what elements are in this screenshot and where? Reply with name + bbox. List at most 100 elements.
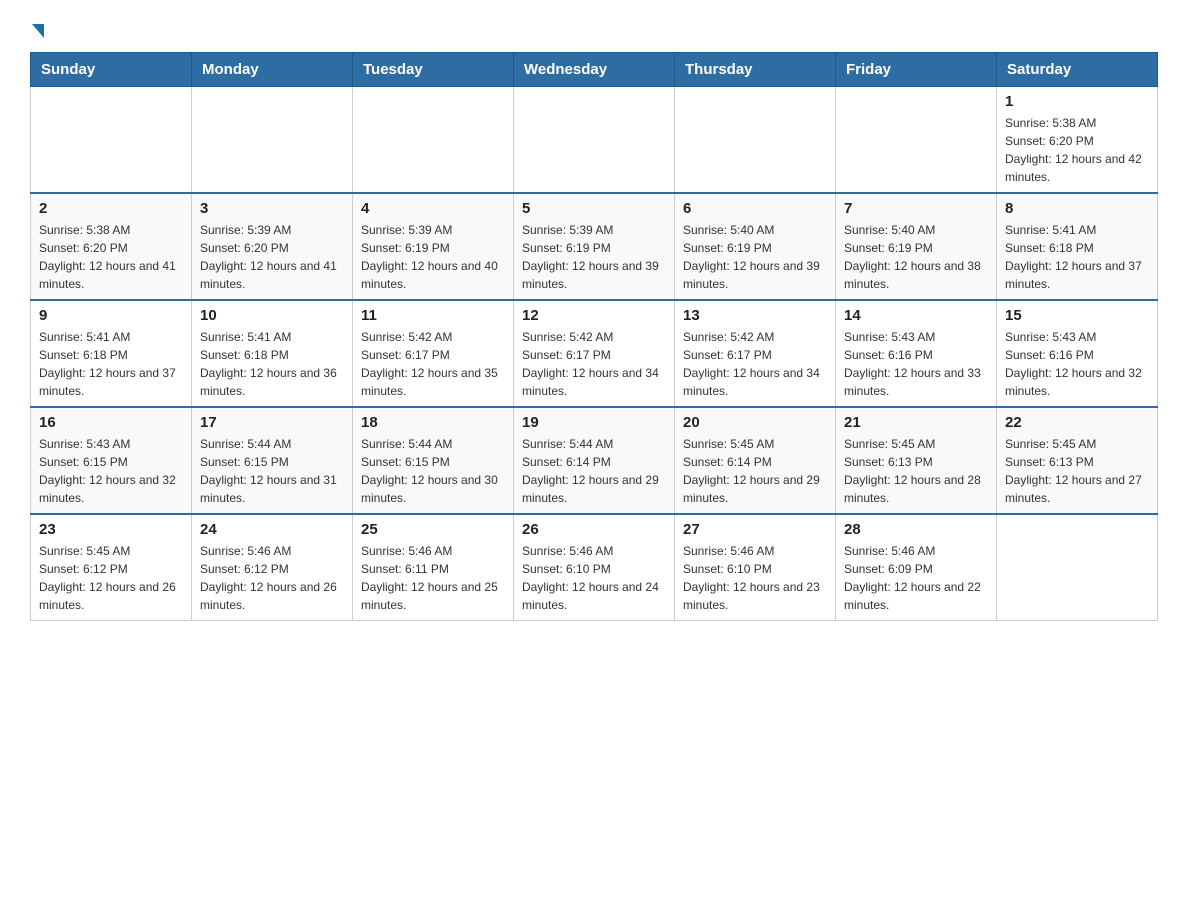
day-number: 6 <box>683 200 827 217</box>
calendar-cell: 5 Sunrise: 5:39 AMSunset: 6:19 PMDaylight… <box>514 193 675 300</box>
day-info: Sunrise: 5:44 AMSunset: 6:15 PMDaylight:… <box>200 435 344 507</box>
calendar-header-row: SundayMondayTuesdayWednesdayThursdayFrid… <box>31 53 1158 87</box>
calendar-header-friday: Friday <box>836 53 997 87</box>
day-info: Sunrise: 5:41 AMSunset: 6:18 PMDaylight:… <box>1005 221 1149 293</box>
calendar-cell: 24 Sunrise: 5:46 AMSunset: 6:12 PMDayligh… <box>192 514 353 621</box>
calendar-header-wednesday: Wednesday <box>514 53 675 87</box>
day-number: 19 <box>522 414 666 431</box>
day-number: 3 <box>200 200 344 217</box>
day-info: Sunrise: 5:46 AMSunset: 6:09 PMDaylight:… <box>844 542 988 614</box>
calendar-cell: 15 Sunrise: 5:43 AMSunset: 6:16 PMDayligh… <box>997 300 1158 407</box>
calendar-table: SundayMondayTuesdayWednesdayThursdayFrid… <box>30 52 1158 621</box>
calendar-cell <box>514 87 675 194</box>
day-number: 7 <box>844 200 988 217</box>
day-number: 4 <box>361 200 505 217</box>
calendar-header-monday: Monday <box>192 53 353 87</box>
calendar-header-saturday: Saturday <box>997 53 1158 87</box>
calendar-cell <box>353 87 514 194</box>
day-info: Sunrise: 5:43 AMSunset: 6:16 PMDaylight:… <box>844 328 988 400</box>
page-header <box>30 20 1158 36</box>
day-info: Sunrise: 5:42 AMSunset: 6:17 PMDaylight:… <box>522 328 666 400</box>
calendar-cell: 10 Sunrise: 5:41 AMSunset: 6:18 PMDayligh… <box>192 300 353 407</box>
logo <box>30 20 44 36</box>
day-info: Sunrise: 5:45 AMSunset: 6:12 PMDaylight:… <box>39 542 183 614</box>
calendar-cell: 4Sunrise: 5:39 AMSunset: 6:19 PMDaylight… <box>353 193 514 300</box>
day-number: 28 <box>844 521 988 538</box>
day-number: 25 <box>361 521 505 538</box>
day-info: Sunrise: 5:38 AMSunset: 6:20 PMDaylight:… <box>1005 114 1149 186</box>
calendar-cell: 6 Sunrise: 5:40 AMSunset: 6:19 PMDaylight… <box>675 193 836 300</box>
day-number: 24 <box>200 521 344 538</box>
calendar-cell: 2 Sunrise: 5:38 AMSunset: 6:20 PMDaylight… <box>31 193 192 300</box>
calendar-cell <box>675 87 836 194</box>
day-info: Sunrise: 5:40 AMSunset: 6:19 PMDaylight:… <box>683 221 827 293</box>
calendar-cell <box>836 87 997 194</box>
day-number: 17 <box>200 414 344 431</box>
day-number: 23 <box>39 521 183 538</box>
day-number: 22 <box>1005 414 1149 431</box>
day-info: Sunrise: 5:46 AMSunset: 6:11 PMDaylight:… <box>361 542 505 614</box>
day-info: Sunrise: 5:45 AMSunset: 6:13 PMDaylight:… <box>1005 435 1149 507</box>
day-number: 16 <box>39 414 183 431</box>
calendar-cell: 8 Sunrise: 5:41 AMSunset: 6:18 PMDaylight… <box>997 193 1158 300</box>
day-number: 15 <box>1005 307 1149 324</box>
day-number: 13 <box>683 307 827 324</box>
calendar-cell: 16 Sunrise: 5:43 AMSunset: 6:15 PMDayligh… <box>31 407 192 514</box>
calendar-header-tuesday: Tuesday <box>353 53 514 87</box>
calendar-cell: 9 Sunrise: 5:41 AMSunset: 6:18 PMDaylight… <box>31 300 192 407</box>
calendar-cell: 21 Sunrise: 5:45 AMSunset: 6:13 PMDayligh… <box>836 407 997 514</box>
day-number: 8 <box>1005 200 1149 217</box>
day-number: 1 <box>1005 93 1149 110</box>
day-info: Sunrise: 5:42 AMSunset: 6:17 PMDaylight:… <box>361 328 505 400</box>
day-number: 18 <box>361 414 505 431</box>
day-number: 11 <box>361 307 505 324</box>
day-number: 12 <box>522 307 666 324</box>
calendar-cell: 25 Sunrise: 5:46 AMSunset: 6:11 PMDayligh… <box>353 514 514 621</box>
day-info: Sunrise: 5:39 AMSunset: 6:19 PMDaylight:… <box>522 221 666 293</box>
calendar-cell <box>997 514 1158 621</box>
day-info: Sunrise: 5:45 AMSunset: 6:13 PMDaylight:… <box>844 435 988 507</box>
day-info: Sunrise: 5:46 AMSunset: 6:12 PMDaylight:… <box>200 542 344 614</box>
day-info: Sunrise: 5:45 AMSunset: 6:14 PMDaylight:… <box>683 435 827 507</box>
day-info: Sunrise: 5:38 AMSunset: 6:20 PMDaylight:… <box>39 221 183 293</box>
calendar-week-row: 16 Sunrise: 5:43 AMSunset: 6:15 PMDayligh… <box>31 407 1158 514</box>
day-info: Sunrise: 5:44 AMSunset: 6:14 PMDaylight:… <box>522 435 666 507</box>
day-info: Sunrise: 5:41 AMSunset: 6:18 PMDaylight:… <box>39 328 183 400</box>
calendar-cell: 12 Sunrise: 5:42 AMSunset: 6:17 PMDayligh… <box>514 300 675 407</box>
calendar-cell: 3 Sunrise: 5:39 AMSunset: 6:20 PMDaylight… <box>192 193 353 300</box>
calendar-header-sunday: Sunday <box>31 53 192 87</box>
calendar-cell: 26Sunrise: 5:46 AMSunset: 6:10 PMDayligh… <box>514 514 675 621</box>
calendar-cell <box>31 87 192 194</box>
day-number: 14 <box>844 307 988 324</box>
day-info: Sunrise: 5:43 AMSunset: 6:15 PMDaylight:… <box>39 435 183 507</box>
calendar-cell: 19 Sunrise: 5:44 AMSunset: 6:14 PMDayligh… <box>514 407 675 514</box>
calendar-cell: 11 Sunrise: 5:42 AMSunset: 6:17 PMDayligh… <box>353 300 514 407</box>
calendar-cell: 13 Sunrise: 5:42 AMSunset: 6:17 PMDayligh… <box>675 300 836 407</box>
calendar-cell: 17 Sunrise: 5:44 AMSunset: 6:15 PMDayligh… <box>192 407 353 514</box>
day-info: Sunrise: 5:41 AMSunset: 6:18 PMDaylight:… <box>200 328 344 400</box>
calendar-cell: 27Sunrise: 5:46 AMSunset: 6:10 PMDayligh… <box>675 514 836 621</box>
day-number: 9 <box>39 307 183 324</box>
calendar-cell <box>192 87 353 194</box>
day-number: 21 <box>844 414 988 431</box>
day-info: Sunrise: 5:40 AMSunset: 6:19 PMDaylight:… <box>844 221 988 293</box>
calendar-cell: 7 Sunrise: 5:40 AMSunset: 6:19 PMDaylight… <box>836 193 997 300</box>
day-number: 27 <box>683 521 827 538</box>
calendar-cell: 28 Sunrise: 5:46 AMSunset: 6:09 PMDayligh… <box>836 514 997 621</box>
day-number: 26 <box>522 521 666 538</box>
calendar-cell: 23 Sunrise: 5:45 AMSunset: 6:12 PMDayligh… <box>31 514 192 621</box>
day-number: 10 <box>200 307 344 324</box>
calendar-cell: 22 Sunrise: 5:45 AMSunset: 6:13 PMDayligh… <box>997 407 1158 514</box>
day-number: 2 <box>39 200 183 217</box>
calendar-week-row: 23 Sunrise: 5:45 AMSunset: 6:12 PMDayligh… <box>31 514 1158 621</box>
day-info: Sunrise: 5:39 AMSunset: 6:20 PMDaylight:… <box>200 221 344 293</box>
day-number: 20 <box>683 414 827 431</box>
day-info: Sunrise: 5:43 AMSunset: 6:16 PMDaylight:… <box>1005 328 1149 400</box>
day-number: 5 <box>522 200 666 217</box>
day-info: Sunrise: 5:42 AMSunset: 6:17 PMDaylight:… <box>683 328 827 400</box>
calendar-cell: 18Sunrise: 5:44 AMSunset: 6:15 PMDayligh… <box>353 407 514 514</box>
calendar-header-thursday: Thursday <box>675 53 836 87</box>
calendar-week-row: 1 Sunrise: 5:38 AMSunset: 6:20 PMDaylight… <box>31 87 1158 194</box>
calendar-cell: 1 Sunrise: 5:38 AMSunset: 6:20 PMDaylight… <box>997 87 1158 194</box>
calendar-week-row: 9 Sunrise: 5:41 AMSunset: 6:18 PMDaylight… <box>31 300 1158 407</box>
